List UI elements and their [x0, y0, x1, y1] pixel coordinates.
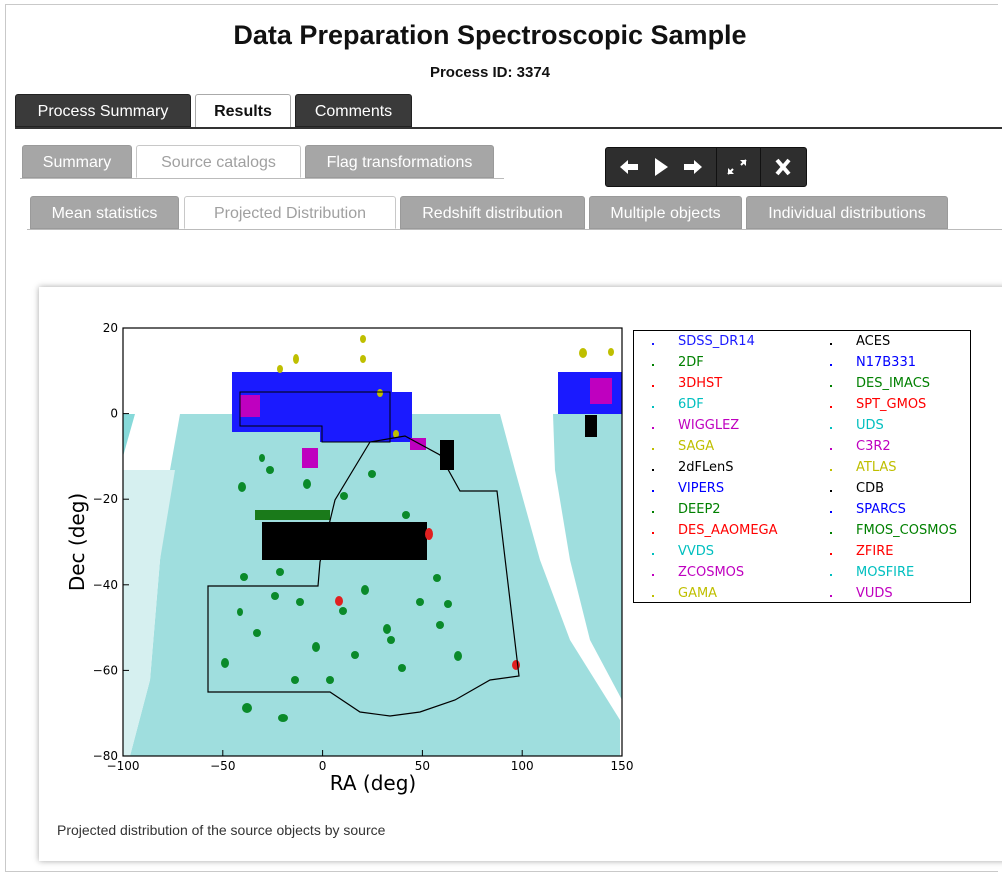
legend-marker — [652, 553, 654, 555]
chart-legend: SDSS_DR14 2DF 3DHST 6DF WIGGLEZ SAGA 2dFLenS VI… — [633, 330, 971, 603]
legend-item-label: SPARCS — [856, 502, 906, 517]
legend-item-label: DES_IMACS — [856, 376, 931, 391]
legend-item-label: ZCOSMOS — [678, 565, 745, 580]
legend-item-label: DES_AAOMEGA — [678, 523, 778, 538]
legend-item-label: C3R2 — [856, 439, 891, 454]
legend-marker — [830, 469, 832, 471]
x-tick-label: 100 — [511, 759, 534, 773]
legend-marker — [830, 406, 832, 408]
x-tick-label: 50 — [415, 759, 430, 773]
legend-marker — [652, 574, 654, 576]
legend-item-label: 3DHST — [678, 376, 723, 391]
y-tick-label: −40 — [93, 578, 118, 592]
y-tick-label: 20 — [103, 321, 118, 335]
legend-item-label: UDS — [856, 418, 884, 433]
legend-marker — [830, 595, 832, 597]
legend-item-label: 2DF — [678, 355, 704, 370]
figure-caption: Projected distribution of the source obj… — [57, 822, 386, 838]
legend-marker — [830, 427, 832, 429]
legend-marker — [830, 343, 832, 345]
legend-item-label: ACES — [856, 334, 891, 349]
legend-marker — [830, 574, 832, 576]
legend-marker — [830, 532, 832, 534]
legend-item-label: N17B331 — [856, 355, 916, 370]
x-tick-label: −50 — [210, 759, 235, 773]
legend-marker — [652, 385, 654, 387]
legend-item-label: 2dFLenS — [678, 460, 734, 475]
y-axis-label: Dec (deg) — [65, 493, 89, 591]
legend-item-label: CDB — [856, 481, 885, 496]
legend-marker — [652, 448, 654, 450]
legend-marker — [830, 553, 832, 555]
legend-item-label: ATLAS — [856, 460, 897, 475]
sky-coverage-background — [123, 335, 622, 756]
legend-marker — [652, 364, 654, 366]
legend-marker — [652, 532, 654, 534]
legend-marker — [830, 490, 832, 492]
y-tick-label: 0 — [110, 407, 118, 421]
y-tick-label: −80 — [93, 749, 118, 763]
legend-marker — [652, 343, 654, 345]
legend-item-label: SPT_GMOS — [856, 397, 927, 412]
legend-item-label: GAMA — [678, 586, 718, 601]
legend-item-label: MOSFIRE — [856, 565, 915, 580]
legend-marker — [830, 511, 832, 513]
legend-item-label: FMOS_COSMOS — [856, 523, 957, 538]
legend-marker — [652, 511, 654, 513]
legend-marker — [830, 385, 832, 387]
legend-item-label: VUDS — [856, 586, 893, 601]
legend-item-label: VVDS — [678, 544, 715, 559]
legend-marker — [652, 406, 654, 408]
legend-item-label: VIPERS — [678, 481, 725, 496]
legend-item-label: 6DF — [678, 397, 704, 412]
legend-marker — [652, 427, 654, 429]
legend-marker — [652, 469, 654, 471]
x-axis-label: RA (deg) — [330, 771, 416, 795]
x-tick-label: 150 — [611, 759, 634, 773]
legend-item-label: WIGGLEZ — [678, 418, 740, 433]
y-tick-label: −20 — [93, 492, 118, 506]
legend-item-label: DEEP2 — [678, 502, 721, 517]
legend-item-label: SDSS_DR14 — [678, 334, 755, 349]
legend-marker — [830, 364, 832, 366]
y-tick-label: −60 — [93, 663, 118, 677]
legend-item-label: SAGA — [678, 439, 715, 454]
legend-marker — [652, 595, 654, 597]
legend-marker — [652, 490, 654, 492]
x-tick-label: 0 — [319, 759, 327, 773]
legend-marker — [830, 448, 832, 450]
legend-item-label: ZFIRE — [856, 544, 894, 559]
